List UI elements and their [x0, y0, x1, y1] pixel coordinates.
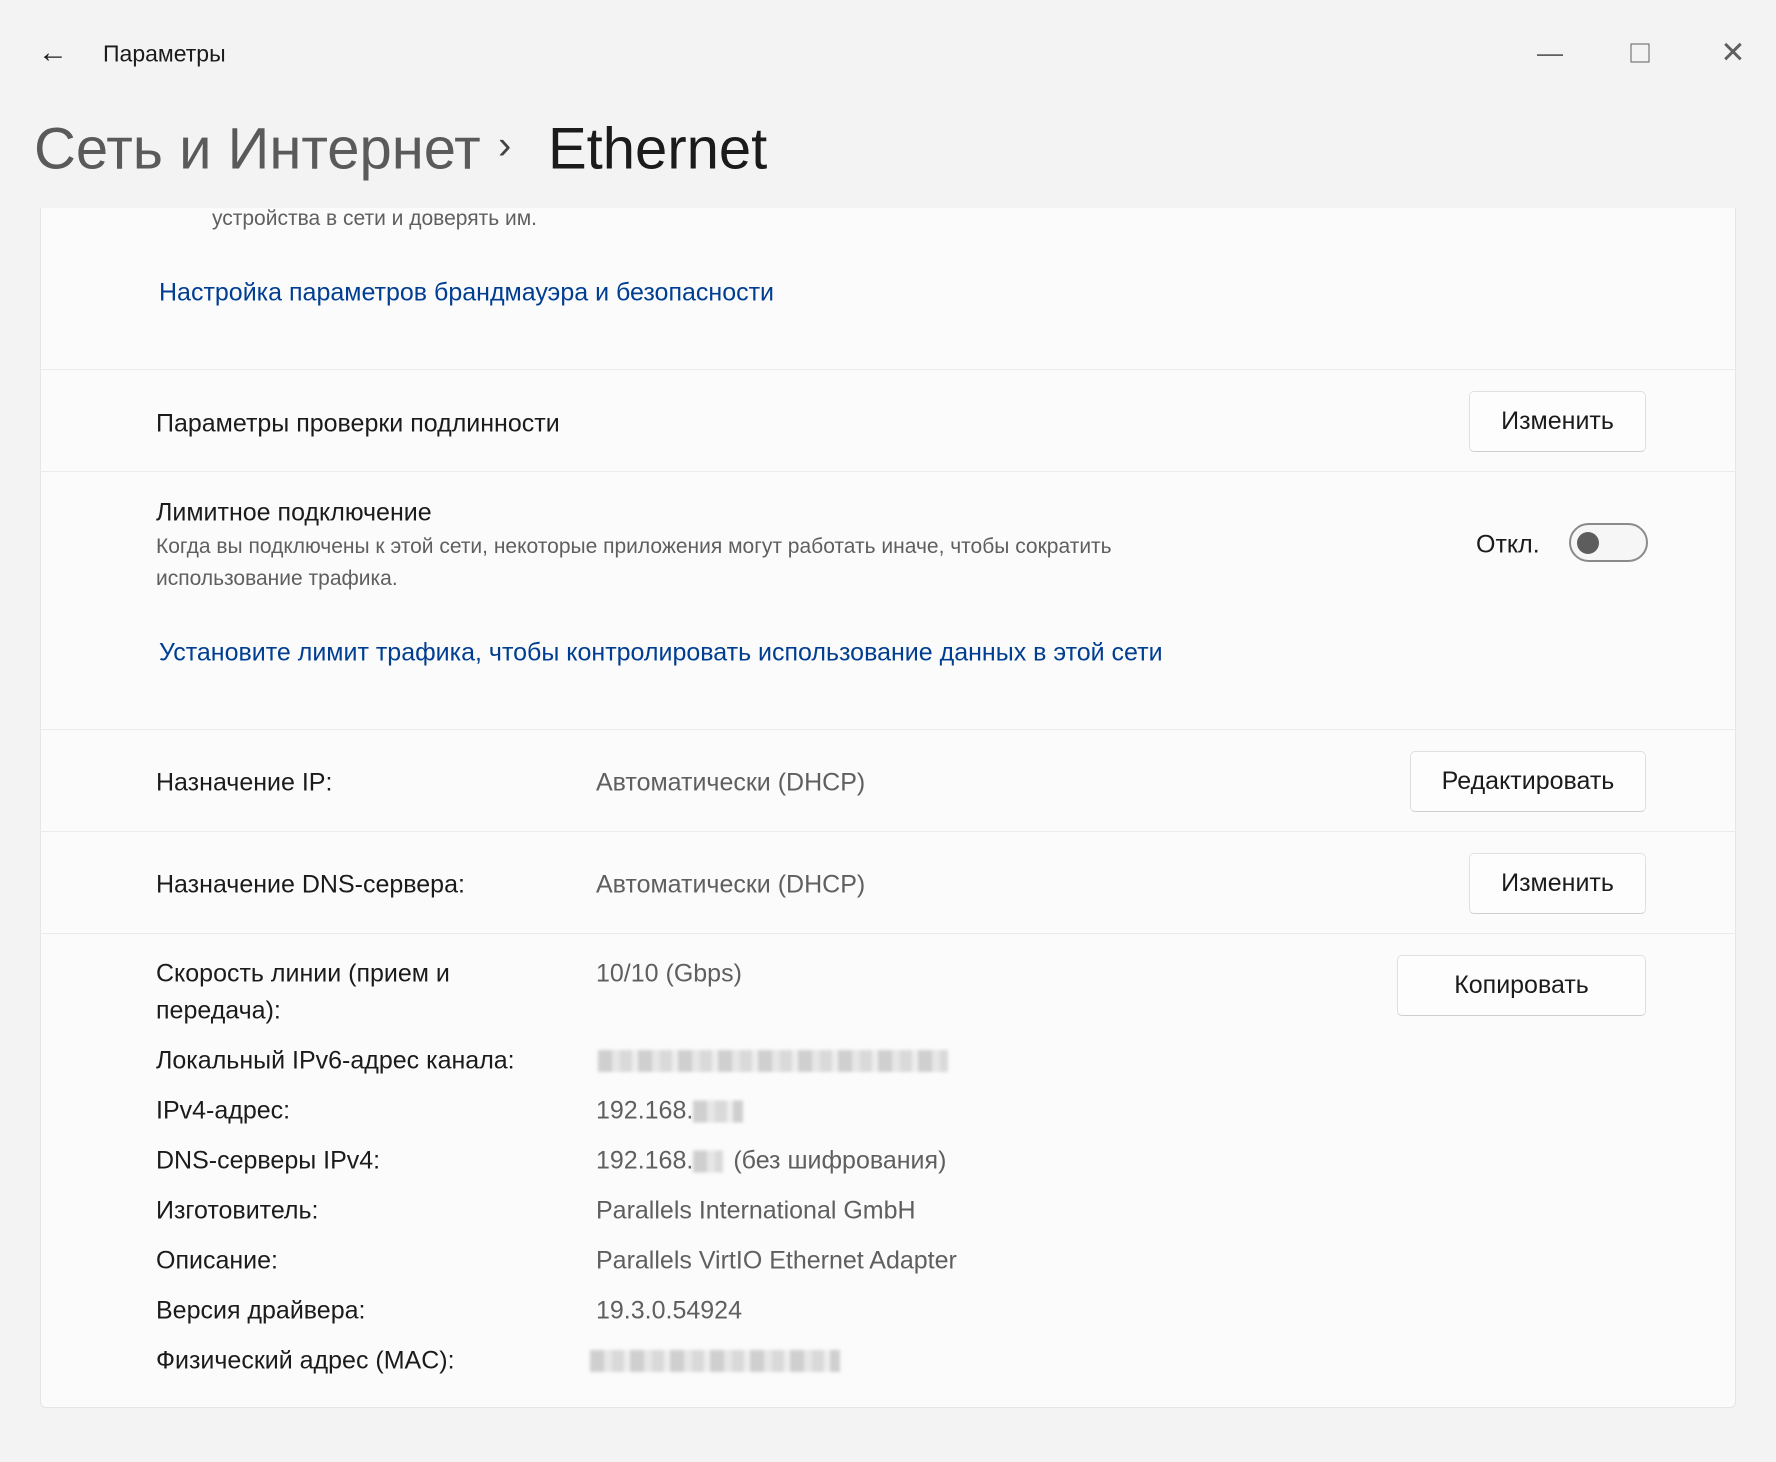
- minimize-icon[interactable]: —: [1537, 38, 1563, 69]
- ipv4-label: IPv4-адрес:: [156, 1096, 291, 1125]
- dns4-suffix: (без шифрования): [733, 1146, 947, 1175]
- description-value: Parallels VirtIO Ethernet Adapter: [596, 1246, 957, 1275]
- ip-value: Автоматически (DHCP): [596, 768, 866, 797]
- metered-toggle-label: Откл.: [1476, 530, 1540, 559]
- breadcrumb-parent[interactable]: Сеть и Интернет: [34, 116, 481, 183]
- firewall-description: устройства в сети и доверять им.: [212, 207, 537, 230]
- ipv4-value-text: 192.168.: [596, 1096, 694, 1125]
- divider: [40, 471, 1736, 472]
- ipv4-value: 192.168.: [596, 1096, 744, 1126]
- copy-button[interactable]: Копировать: [1397, 955, 1646, 1016]
- ipv6-label: Локальный IPv6-адрес канала:: [156, 1046, 515, 1075]
- metered-description-2: использование трафика.: [156, 567, 398, 590]
- ipv4-redacted: [693, 1100, 744, 1123]
- ip-edit-button[interactable]: Редактировать: [1410, 751, 1646, 812]
- metered-description-1: Когда вы подключены к этой сети, некотор…: [156, 535, 1112, 558]
- divider: [40, 729, 1736, 730]
- auth-edit-button[interactable]: Изменить: [1469, 391, 1646, 452]
- page-title: Ethernet: [548, 116, 768, 182]
- back-arrow-icon[interactable]: ←: [38, 36, 68, 70]
- app-title: Параметры: [103, 40, 226, 67]
- chevron-right-icon: ›: [498, 123, 512, 168]
- speed-value: 10/10 (Gbps): [596, 959, 742, 988]
- divider: [40, 369, 1736, 370]
- mac-label: Физический адрес (MAC):: [156, 1346, 455, 1375]
- close-icon[interactable]: ✕: [1720, 36, 1745, 71]
- speed-label-1: Скорость линии (прием и: [156, 959, 450, 988]
- dns-value: Автоматически (DHCP): [596, 870, 866, 899]
- speed-label-2: передача):: [156, 996, 281, 1025]
- mac-value-redacted: [590, 1350, 840, 1372]
- toggle-knob: [1577, 532, 1599, 554]
- metered-title: Лимитное подключение: [156, 498, 432, 527]
- firewall-settings-link[interactable]: Настройка параметров брандмауэра и безоп…: [159, 279, 774, 308]
- driver-value: 19.3.0.54924: [596, 1296, 742, 1325]
- dns4-value: 192.168. (без шифрования): [596, 1147, 946, 1176]
- dns4-label: DNS-серверы IPv4:: [156, 1146, 381, 1175]
- driver-label: Версия драйвера:: [156, 1296, 366, 1325]
- auth-label: Параметры проверки подлинности: [156, 409, 560, 438]
- metered-toggle[interactable]: [1569, 523, 1648, 562]
- ipv6-value-redacted: [598, 1050, 948, 1072]
- divider: [40, 933, 1736, 934]
- data-limit-link[interactable]: Установите лимит трафика, чтобы контроли…: [159, 639, 1163, 668]
- description-label: Описание:: [156, 1246, 278, 1275]
- maker-label: Изготовитель:: [156, 1196, 319, 1225]
- dns-label: Назначение DNS-сервера:: [156, 870, 465, 899]
- maximize-icon[interactable]: [1630, 43, 1650, 63]
- ip-label: Назначение IP:: [156, 768, 333, 797]
- maker-value: Parallels International GmbH: [596, 1196, 916, 1225]
- dns-edit-button[interactable]: Изменить: [1469, 853, 1646, 914]
- divider: [40, 831, 1736, 832]
- dns4-redacted: [693, 1150, 724, 1173]
- dns4-value-text: 192.168.: [596, 1146, 694, 1175]
